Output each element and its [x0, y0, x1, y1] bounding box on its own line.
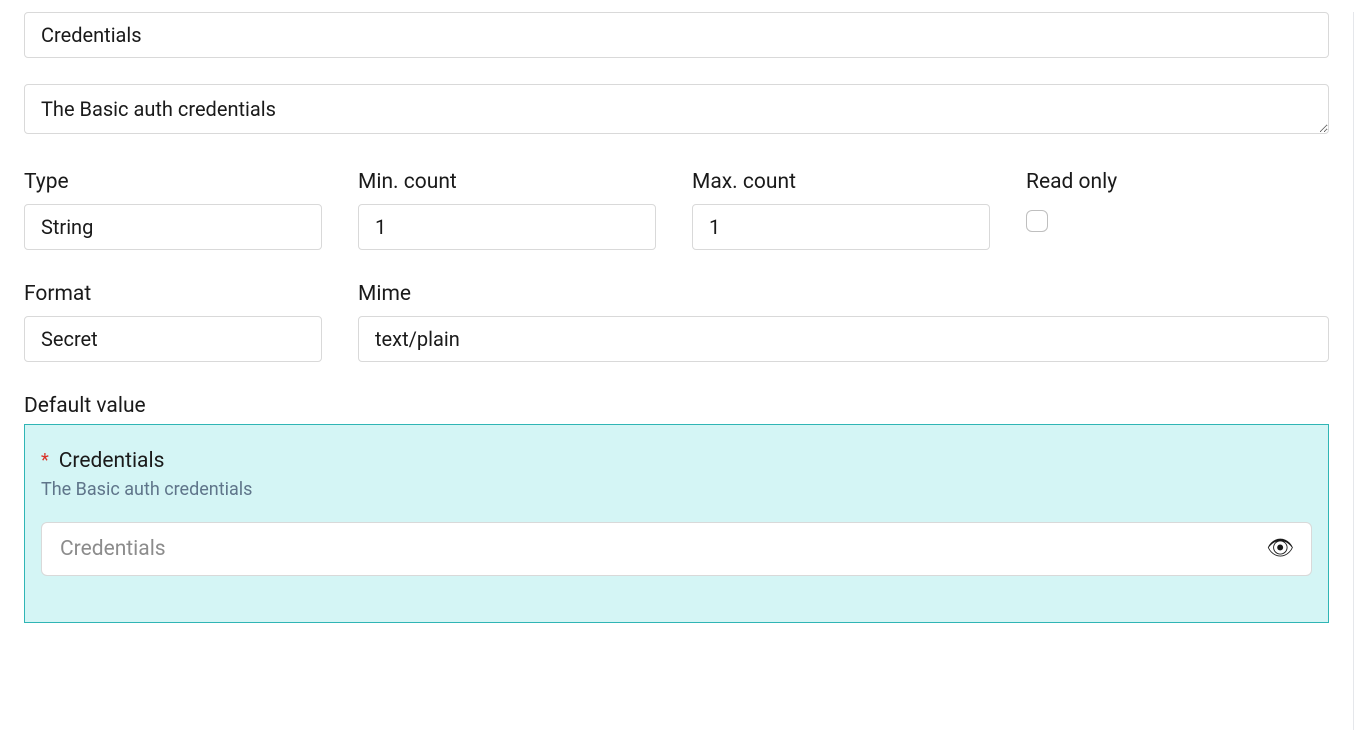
name-field-wrap [24, 12, 1329, 58]
readonly-checkbox-wrap [1026, 210, 1324, 236]
default-value-input[interactable] [41, 522, 1312, 576]
max-count-col: Max. count [692, 170, 990, 250]
default-value-input-wrap: 👁 [41, 522, 1312, 576]
format-col: Format [24, 282, 322, 362]
format-input[interactable] [24, 316, 322, 362]
default-value-label: Default value [24, 394, 1329, 418]
default-value-title-row: * Credentials [41, 449, 1312, 473]
name-input[interactable] [24, 12, 1329, 58]
format-label: Format [24, 282, 322, 306]
type-col: Type [24, 170, 322, 250]
mime-col: Mime [358, 282, 1329, 362]
row-format-mime: Format Mime [24, 282, 1329, 362]
readonly-col: Read only [1026, 170, 1324, 236]
min-count-input[interactable] [358, 204, 656, 250]
max-count-input[interactable] [692, 204, 990, 250]
max-count-label: Max. count [692, 170, 990, 194]
row-type-min-max-readonly: Type Min. count Max. count Read only [24, 170, 1329, 250]
description-textarea[interactable]: The Basic auth credentials [24, 84, 1329, 134]
required-asterisk-icon: * [41, 452, 49, 470]
readonly-label: Read only [1026, 170, 1324, 194]
default-value-box: * Credentials The Basic auth credentials… [24, 424, 1329, 623]
min-count-col: Min. count [358, 170, 656, 250]
min-count-label: Min. count [358, 170, 656, 194]
mime-label: Mime [358, 282, 1329, 306]
type-label: Type [24, 170, 322, 194]
type-input[interactable] [24, 204, 322, 250]
eye-icon[interactable]: 👁 [1266, 538, 1294, 560]
default-value-title: Credentials [59, 449, 165, 473]
description-field-wrap: The Basic auth credentials [24, 84, 1329, 138]
mime-input[interactable] [358, 316, 1329, 362]
readonly-checkbox[interactable] [1026, 210, 1048, 232]
default-value-description: The Basic auth credentials [41, 479, 1312, 500]
